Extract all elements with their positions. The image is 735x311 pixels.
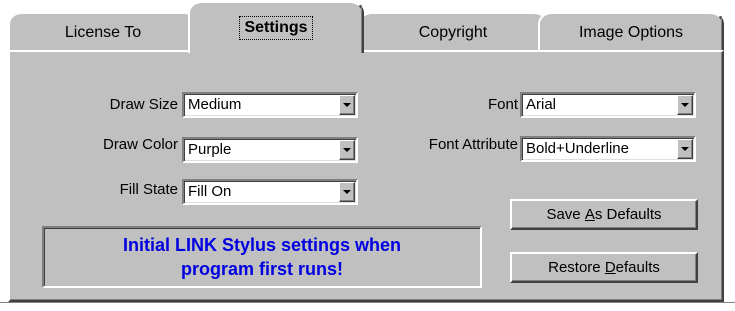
tab-image-options[interactable]: Image Options	[538, 12, 724, 52]
bottom-divider	[0, 302, 735, 303]
tab-settings[interactable]: Settings	[188, 1, 364, 53]
chevron-down-icon	[343, 148, 351, 152]
fill-state-value: Fill On	[188, 183, 232, 200]
tab-license-to[interactable]: License To	[8, 12, 198, 52]
draw-size-dropdown-button[interactable]	[339, 95, 355, 115]
chevron-down-icon	[343, 190, 351, 194]
info-message-box: Initial LINK Stylus settings when progra…	[42, 226, 482, 288]
save-as-defaults-text-2: s Defaults	[594, 206, 662, 223]
fill-state-select[interactable]: Fill On	[182, 179, 358, 205]
font-select[interactable]: Arial	[520, 92, 696, 118]
draw-color-select[interactable]: Purple	[182, 137, 358, 163]
font-dropdown-button[interactable]	[677, 95, 693, 115]
save-as-defaults-text-1: Save	[546, 206, 585, 223]
chevron-down-icon	[343, 103, 351, 107]
font-attribute-value: Bold+Underline	[526, 140, 629, 157]
info-message-line-2: program first runs!	[180, 259, 343, 279]
font-label: Font	[487, 96, 518, 113]
font-value: Arial	[526, 96, 557, 113]
draw-color-dropdown-button[interactable]	[339, 140, 355, 160]
draw-size-label: Draw Size	[109, 96, 178, 113]
tab-settings-label: Settings	[239, 16, 313, 40]
restore-defaults-text-1: Restore	[548, 259, 605, 276]
info-message: Initial LINK Stylus settings when progra…	[123, 233, 401, 281]
font-attribute-label: Font Attribute	[428, 136, 518, 153]
tab-copyright[interactable]: Copyright	[358, 12, 548, 52]
restore-defaults-mnemonic: D	[604, 259, 616, 276]
font-attribute-select[interactable]: Bold+Underline	[520, 136, 696, 162]
save-as-defaults-button[interactable]: Save As Defaults	[510, 199, 698, 230]
draw-color-value: Purple	[188, 141, 232, 158]
chevron-down-icon	[681, 147, 689, 151]
tab-image-options-label: Image Options	[578, 24, 684, 41]
fill-state-dropdown-button[interactable]	[339, 182, 355, 202]
draw-size-select[interactable]: Medium	[182, 92, 358, 118]
tab-license-to-label: License To	[64, 24, 142, 41]
save-as-defaults-mnemonic: A	[584, 206, 595, 223]
restore-defaults-text-2: efaults	[615, 259, 660, 276]
tab-copyright-label: Copyright	[418, 24, 488, 41]
fill-state-label: Fill State	[119, 181, 178, 198]
info-message-line-1: Initial LINK Stylus settings when	[122, 235, 402, 255]
draw-size-value: Medium	[188, 96, 242, 113]
tab-strip: License To Copyright Image Options Setti…	[0, 0, 735, 53]
restore-defaults-button[interactable]: Restore Defaults	[510, 252, 698, 283]
font-attribute-dropdown-button[interactable]	[677, 139, 693, 159]
draw-color-label: Draw Color	[102, 136, 178, 153]
chevron-down-icon	[681, 103, 689, 107]
settings-panel: Draw Size Medium Draw Color Purple Fill …	[8, 50, 724, 302]
